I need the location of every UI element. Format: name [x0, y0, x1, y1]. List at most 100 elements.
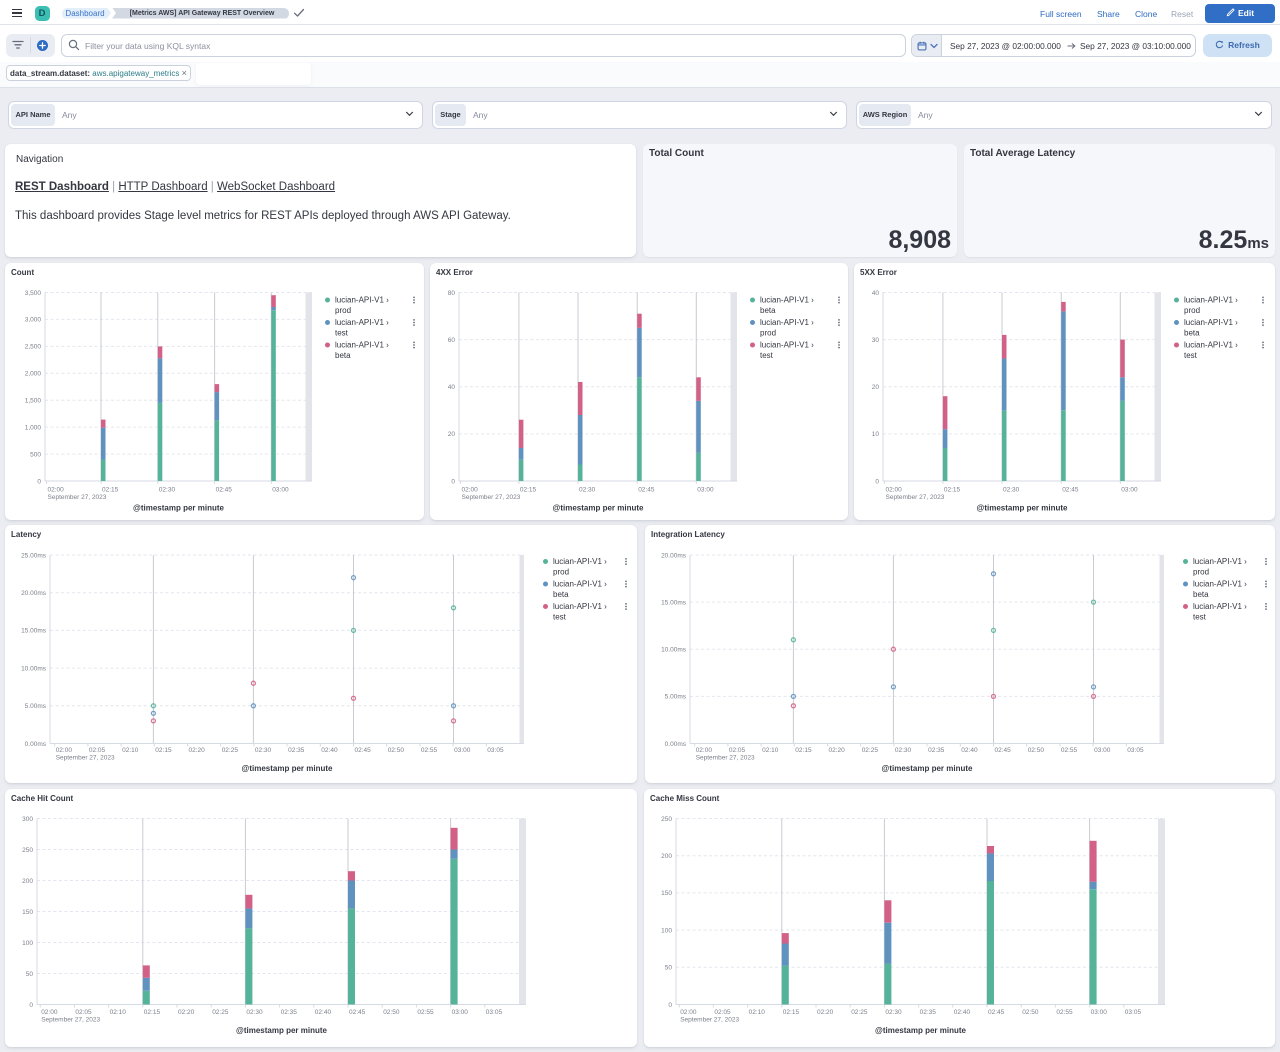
svg-text:150: 150	[661, 890, 672, 897]
svg-text:@timestamp per minute: @timestamp per minute	[553, 503, 644, 512]
svg-text:@timestamp per minute: @timestamp per minute	[977, 503, 1068, 512]
svg-text:Cache Hit Count: Cache Hit Count	[11, 794, 74, 803]
svg-text:02:30: 02:30	[255, 747, 272, 754]
svg-text:40: 40	[872, 290, 880, 297]
svg-text:02:45: 02:45	[638, 486, 655, 493]
svg-text:@timestamp per minute: @timestamp per minute	[242, 764, 333, 773]
svg-text:03:05: 03:05	[486, 1009, 503, 1016]
svg-text:September 27, 2023: September 27, 2023	[462, 494, 521, 501]
svg-text:lucian-API-V1 ›: lucian-API-V1 ›	[1193, 602, 1247, 611]
svg-text:300: 300	[22, 816, 33, 823]
svg-text:20.00ms: 20.00ms	[21, 590, 47, 597]
svg-text:02:15: 02:15	[944, 486, 961, 493]
svg-text:40: 40	[448, 384, 456, 391]
svg-text:02:30: 02:30	[579, 486, 596, 493]
svg-text:02:10: 02:10	[762, 747, 779, 754]
svg-text:02:40: 02:40	[961, 747, 978, 754]
svg-text:02:35: 02:35	[928, 747, 945, 754]
svg-text:5XX Error: 5XX Error	[860, 268, 897, 277]
svg-text:02:25: 02:25	[212, 1009, 229, 1016]
svg-text:1,500: 1,500	[25, 398, 42, 405]
svg-text:beta: beta	[1184, 328, 1200, 337]
svg-text:30: 30	[872, 337, 880, 344]
svg-text:02:50: 02:50	[383, 1009, 400, 1016]
svg-text:5.00ms: 5.00ms	[665, 694, 687, 701]
svg-text:03:00: 03:00	[697, 486, 714, 493]
svg-text:prod: prod	[335, 306, 351, 315]
svg-text:50: 50	[665, 965, 673, 972]
svg-text:02:50: 02:50	[388, 747, 405, 754]
svg-text:02:20: 02:20	[189, 747, 206, 754]
svg-text:20: 20	[872, 384, 880, 391]
svg-text:200: 200	[661, 853, 672, 860]
svg-text:02:15: 02:15	[144, 1009, 161, 1016]
svg-text:0: 0	[451, 478, 455, 485]
svg-text:02:40: 02:40	[954, 1009, 971, 1016]
svg-text:02:20: 02:20	[178, 1009, 195, 1016]
svg-text:02:35: 02:35	[920, 1009, 937, 1016]
svg-text:0: 0	[668, 1002, 672, 1009]
svg-text:02:30: 02:30	[895, 747, 912, 754]
svg-text:September 27, 2023: September 27, 2023	[56, 755, 115, 762]
svg-text:02:30: 02:30	[1003, 486, 1020, 493]
svg-text:02:35: 02:35	[281, 1009, 298, 1016]
svg-text:02:55: 02:55	[1061, 747, 1078, 754]
svg-text:3,500: 3,500	[25, 290, 42, 297]
svg-text:02:25: 02:25	[851, 1009, 868, 1016]
svg-text:02:35: 02:35	[288, 747, 305, 754]
svg-text:20: 20	[448, 431, 456, 438]
svg-text:60: 60	[448, 337, 456, 344]
svg-text:02:40: 02:40	[321, 747, 338, 754]
svg-text:03:00: 03:00	[1091, 1009, 1108, 1016]
svg-text:02:00: 02:00	[48, 486, 65, 493]
svg-text:@timestamp per minute: @timestamp per minute	[236, 1026, 327, 1035]
svg-text:03:00: 03:00	[1121, 486, 1138, 493]
svg-text:02:45: 02:45	[216, 486, 233, 493]
svg-text:02:50: 02:50	[1028, 747, 1045, 754]
svg-text:lucian-API-V1 ›: lucian-API-V1 ›	[1184, 341, 1238, 350]
svg-text:prod: prod	[760, 328, 776, 337]
svg-text:02:15: 02:15	[795, 747, 812, 754]
svg-text:lucian-API-V1 ›: lucian-API-V1 ›	[760, 341, 814, 350]
svg-text:02:00: 02:00	[680, 1009, 697, 1016]
svg-text:80: 80	[448, 290, 456, 297]
svg-text:0.00ms: 0.00ms	[665, 741, 687, 748]
svg-text:3,000: 3,000	[25, 317, 42, 324]
svg-text:03:00: 03:00	[452, 1009, 469, 1016]
svg-text:250: 250	[661, 816, 672, 823]
svg-text:03:05: 03:05	[1127, 747, 1144, 754]
svg-text:02:45: 02:45	[349, 1009, 366, 1016]
svg-text:0: 0	[37, 478, 41, 485]
svg-text:test: test	[1184, 351, 1198, 360]
svg-text:02:30: 02:30	[246, 1009, 263, 1016]
svg-text:lucian-API-V1 ›: lucian-API-V1 ›	[1193, 580, 1247, 589]
svg-text:@timestamp per minute: @timestamp per minute	[875, 1026, 966, 1035]
svg-text:25.00ms: 25.00ms	[21, 552, 47, 559]
svg-text:0.00ms: 0.00ms	[25, 741, 47, 748]
svg-text:beta: beta	[760, 306, 776, 315]
svg-text:200: 200	[22, 878, 33, 885]
svg-text:beta: beta	[335, 351, 351, 360]
svg-text:02:30: 02:30	[885, 1009, 902, 1016]
svg-text:Integration Latency: Integration Latency	[651, 530, 725, 539]
svg-text:lucian-API-V1 ›: lucian-API-V1 ›	[1184, 318, 1238, 327]
svg-text:100: 100	[661, 927, 672, 934]
svg-text:02:45: 02:45	[355, 747, 372, 754]
svg-text:02:00: 02:00	[462, 486, 479, 493]
svg-text:10.00ms: 10.00ms	[661, 647, 687, 654]
svg-text:500: 500	[30, 451, 41, 458]
svg-text:lucian-API-V1 ›: lucian-API-V1 ›	[553, 602, 607, 611]
svg-text:02:30: 02:30	[159, 486, 176, 493]
svg-text:02:25: 02:25	[222, 747, 239, 754]
svg-text:20.00ms: 20.00ms	[661, 552, 687, 559]
svg-text:@timestamp per minute: @timestamp per minute	[133, 503, 224, 512]
svg-text:02:20: 02:20	[829, 747, 846, 754]
svg-text:02:05: 02:05	[729, 747, 746, 754]
svg-text:September 27, 2023: September 27, 2023	[48, 494, 107, 501]
svg-text:September 27, 2023: September 27, 2023	[41, 1017, 100, 1024]
svg-text:02:55: 02:55	[1056, 1009, 1073, 1016]
svg-text:beta: beta	[553, 590, 569, 599]
svg-text:02:20: 02:20	[817, 1009, 834, 1016]
svg-text:prod: prod	[553, 567, 569, 576]
svg-text:02:05: 02:05	[89, 747, 106, 754]
